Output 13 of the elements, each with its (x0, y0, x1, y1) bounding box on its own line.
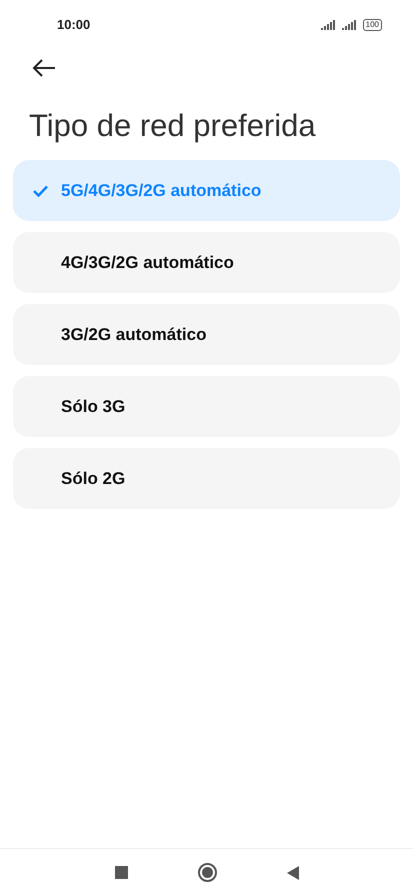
recents-button[interactable] (114, 866, 128, 879)
battery-icon: 100 (362, 19, 382, 31)
check-icon (33, 184, 48, 196)
signal-icon (320, 20, 337, 30)
status-time: 10:00 (57, 16, 90, 34)
network-option[interactable]: Sólo 3G (13, 376, 400, 437)
network-option[interactable]: 3G/2G automático (13, 304, 400, 365)
signal-icon (342, 20, 358, 30)
page-title: Tipo de red preferida (28, 107, 317, 145)
network-option[interactable]: 4G/3G/2G automático (13, 232, 400, 293)
network-option[interactable]: Sólo 2G (13, 448, 400, 509)
home-button[interactable] (198, 863, 216, 882)
back-nav-button[interactable] (286, 866, 298, 880)
